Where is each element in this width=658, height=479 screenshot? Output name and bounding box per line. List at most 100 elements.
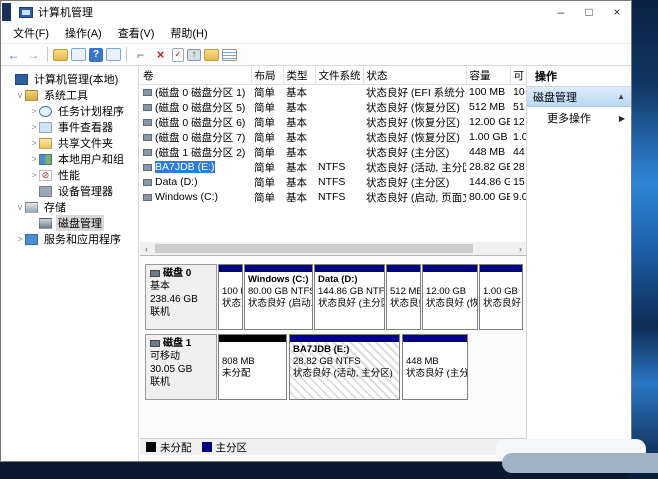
table-row[interactable]: Data (D:) 简单 基本 NTFS 状态良好 (主分区) 144.86 G… bbox=[140, 175, 526, 190]
expander[interactable]: > bbox=[29, 122, 39, 132]
tree-item-device-manager[interactable]: 设备管理器 bbox=[1, 183, 138, 199]
delete-volume-icon[interactable]: × bbox=[152, 46, 169, 63]
task-scheduler-icon bbox=[39, 106, 52, 117]
more-actions[interactable]: 更多操作 ▶ bbox=[527, 107, 631, 129]
disk-icon bbox=[150, 270, 160, 277]
maximize-button[interactable]: □ bbox=[575, 2, 603, 22]
legend: 未分配 主分区 bbox=[140, 438, 526, 455]
minimize-button[interactable]: – bbox=[547, 2, 575, 22]
tree-item-services-applications[interactable]: > 服务和应用程序 bbox=[1, 231, 138, 247]
expander[interactable]: > bbox=[29, 170, 39, 180]
scrollbar-thumb[interactable] bbox=[155, 244, 473, 253]
col-fs[interactable]: 文件系统 bbox=[315, 67, 363, 84]
close-button[interactable]: × bbox=[603, 2, 631, 22]
expander[interactable]: v bbox=[15, 202, 25, 212]
partition-band bbox=[315, 265, 384, 272]
disk0-partition-data-d[interactable]: Data (D:) 144.86 GB NTFS 状态良好 (主分区) bbox=[314, 264, 385, 330]
table-row[interactable]: (磁盘 0 磁盘分区 6) 简单 基本 状态良好 (恢复分区) 12.00 GB… bbox=[140, 115, 526, 130]
col-volume[interactable]: 卷 bbox=[140, 67, 251, 84]
scroll-left-icon[interactable]: ‹ bbox=[140, 244, 153, 254]
disk0-label[interactable]: 磁盘 0 基本 238.46 GB 联机 bbox=[145, 264, 217, 330]
title-bar[interactable]: 计算机管理 – □ × bbox=[1, 1, 631, 23]
volume-icon bbox=[143, 119, 152, 126]
tree-item-event-viewer[interactable]: > 事件查看器 bbox=[1, 119, 138, 135]
menu-action[interactable]: 操作(A) bbox=[57, 23, 110, 43]
check-disk-icon[interactable]: ✓ bbox=[172, 48, 184, 62]
window-pane-icon[interactable] bbox=[71, 48, 86, 61]
chevron-right-icon: ▶ bbox=[619, 114, 625, 123]
tree-item-task-scheduler[interactable]: > 任务计划程序 bbox=[1, 103, 138, 119]
help-icon[interactable]: ? bbox=[89, 48, 103, 62]
collapse-icon[interactable]: ▲ bbox=[617, 92, 625, 101]
menu-file[interactable]: 文件(F) bbox=[5, 23, 57, 43]
volume-list: 卷 布局 类型 文件系统 状态 容量 可 (磁盘 0 磁盘分区 1) 简单 基本… bbox=[140, 67, 526, 205]
legend-unallocated: 未分配 bbox=[146, 440, 192, 455]
col-free[interactable]: 可 bbox=[510, 67, 526, 84]
volume-icon bbox=[143, 164, 152, 171]
disk0-partition-512mb[interactable]: 512 MB 状态良好 (恢复分区) bbox=[386, 264, 421, 330]
expander[interactable]: > bbox=[29, 138, 39, 148]
partition-band bbox=[423, 265, 477, 272]
disk0-partition-efi[interactable]: 100 MB 状态良好 (EFI 系统分区) bbox=[218, 264, 243, 330]
properties-window-icon[interactable] bbox=[106, 48, 121, 61]
col-capacity[interactable]: 容量 bbox=[466, 67, 510, 84]
console-tree-icon[interactable] bbox=[53, 49, 68, 61]
tree-item-computer-management[interactable]: 计算机管理(本地) bbox=[1, 71, 138, 87]
desktop-wallpaper bbox=[628, 0, 658, 479]
scroll-right-icon[interactable]: › bbox=[514, 244, 526, 254]
desktop: { "window": { "title": "计算机管理", "minimiz… bbox=[0, 0, 658, 479]
col-layout[interactable]: 布局 bbox=[251, 67, 283, 84]
primary-swatch bbox=[202, 442, 212, 452]
partition-band bbox=[290, 335, 399, 342]
disk1-label[interactable]: 磁盘 1 可移动 30.05 GB 联机 bbox=[145, 334, 217, 400]
title-accent bbox=[2, 3, 11, 21]
window-title: 计算机管理 bbox=[38, 4, 93, 20]
menu-help[interactable]: 帮助(H) bbox=[162, 23, 215, 43]
table-row[interactable]: (磁盘 0 磁盘分区 1) 简单 基本 状态良好 (EFI 系统分区) 100 … bbox=[140, 84, 526, 100]
tree-item-disk-management[interactable]: 磁盘管理 bbox=[1, 215, 138, 231]
col-status[interactable]: 状态 bbox=[363, 67, 466, 84]
table-row[interactable]: (磁盘 0 磁盘分区 7) 简单 基本 状态良好 (恢复分区) 1.00 GB … bbox=[140, 130, 526, 145]
storage-icon bbox=[25, 202, 38, 213]
horizontal-scrollbar[interactable]: ‹ › bbox=[140, 242, 526, 255]
expander[interactable]: > bbox=[29, 106, 39, 116]
disk1-partition-ba7jdb-e[interactable]: BA7JDB (E:) 28.82 GB NTFS 状态良好 (活动, 主分区) bbox=[289, 334, 400, 400]
disk0-partition-1gb[interactable]: 1.00 GB 状态良好 (恢复分区) bbox=[479, 264, 523, 330]
table-row[interactable]: (磁盘 0 磁盘分区 5) 简单 基本 状态良好 (恢复分区) 512 MB 5… bbox=[140, 100, 526, 115]
menu-view[interactable]: 查看(V) bbox=[110, 23, 163, 43]
expander[interactable]: v bbox=[15, 90, 25, 100]
partition-band bbox=[219, 265, 242, 272]
tree-item-local-users-groups[interactable]: > 本地用户和组 bbox=[1, 151, 138, 167]
expander[interactable]: > bbox=[29, 154, 39, 164]
console-tree: 计算机管理(本地) v 系统工具 > 任务计划程序 > 事件查看器 > 共享文件… bbox=[1, 67, 139, 461]
actions-title: 操作 bbox=[527, 67, 631, 87]
toolbar-separator bbox=[47, 47, 48, 62]
services-icon bbox=[25, 234, 38, 245]
disk0-partition-12gb[interactable]: 12.00 GB 状态良好 (恢复分区) bbox=[422, 264, 478, 330]
tree-item-system-tools[interactable]: v 系统工具 bbox=[1, 87, 138, 103]
change-letter-icon[interactable] bbox=[204, 49, 219, 61]
volume-icon bbox=[143, 104, 152, 111]
volume-icon bbox=[143, 149, 152, 156]
tree-item-performance[interactable]: > ⊘ 性能 bbox=[1, 167, 138, 183]
disk1-partition-448mb[interactable]: 448 MB 状态良好 (主分区) bbox=[402, 334, 468, 400]
table-row[interactable]: (磁盘 1 磁盘分区 2) 简单 基本 状态良好 (主分区) 448 MB 44 bbox=[140, 145, 526, 160]
partition-band bbox=[245, 265, 312, 272]
disk1-unallocated[interactable]: 808 MB 未分配 bbox=[218, 334, 287, 400]
tree-item-shared-folders[interactable]: > 共享文件夹 bbox=[1, 135, 138, 151]
properties-list-icon[interactable] bbox=[222, 49, 237, 61]
system-tools-icon bbox=[25, 90, 38, 101]
col-type[interactable]: 类型 bbox=[283, 67, 315, 84]
attach-tool-icon[interactable]: ⌐ bbox=[132, 46, 149, 63]
expander[interactable]: > bbox=[15, 234, 25, 244]
actions-disk-management[interactable]: 磁盘管理 ▲ bbox=[527, 87, 631, 107]
disk-icon bbox=[150, 340, 160, 347]
extend-volume-icon[interactable]: ↑ bbox=[187, 49, 201, 61]
back-icon[interactable]: ← bbox=[5, 46, 22, 63]
forward-icon[interactable]: → bbox=[25, 46, 42, 63]
computer-icon bbox=[15, 74, 28, 85]
table-row[interactable]: Windows (C:) 简单 基本 NTFS 状态良好 (启动, 页面文件, … bbox=[140, 190, 526, 205]
table-row-selected[interactable]: BA7JDB (E:) 简单 基本 NTFS 状态良好 (活动, 主分区) 28… bbox=[140, 160, 526, 175]
disk0-partition-windows-c[interactable]: Windows (C:) 80.00 GB NTFS 状态良好 (启动, 页面文… bbox=[244, 264, 313, 330]
tree-item-storage[interactable]: v 存储 bbox=[1, 199, 138, 215]
